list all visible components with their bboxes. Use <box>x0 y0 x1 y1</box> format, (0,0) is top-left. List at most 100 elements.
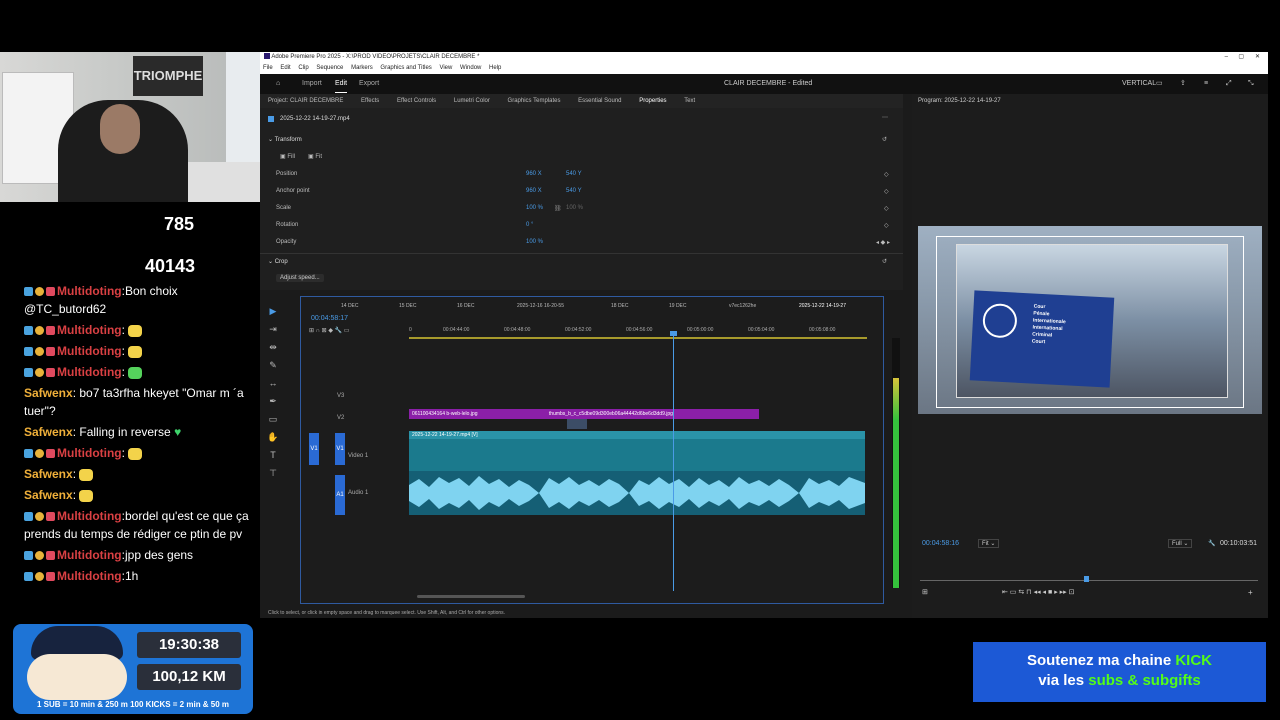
menu-help[interactable]: Help <box>489 65 501 71</box>
reset-icon[interactable]: ↺ <box>882 258 887 265</box>
tab-text[interactable]: Text <box>684 98 695 104</box>
track-v3[interactable]: V3 <box>337 393 344 399</box>
sequence-tab[interactable]: 2025-12-16 16-20-55 <box>517 303 564 309</box>
rectangle-icon[interactable]: ▭ <box>267 414 279 424</box>
resolution-select[interactable]: Full ⌄ <box>1168 539 1193 548</box>
tab-export[interactable]: Export <box>359 74 379 94</box>
workspace-mode[interactable]: VERTICAL <box>1122 74 1156 94</box>
playhead-handle[interactable] <box>670 331 677 336</box>
clip-v1[interactable]: 2025-12-22 14-19-27.mp4 [V] <box>409 431 865 475</box>
tab-graphics-templates[interactable]: Graphics Templates <box>508 98 561 104</box>
slip-icon[interactable]: ↔ <box>267 378 279 388</box>
zoom-fit-select[interactable]: Fit ⌄ <box>978 539 1000 548</box>
program-timecode[interactable]: 00:04:58:16 <box>922 540 959 547</box>
mark-icon[interactable]: ⊞ <box>922 588 928 596</box>
tab-lumetri[interactable]: Lumetri Color <box>454 98 490 104</box>
sequence-tab-active[interactable]: 2025-12-22 14-19-27 <box>799 303 846 309</box>
position-x[interactable]: 960 X <box>526 171 542 177</box>
minimize-icon[interactable]: – <box>1225 52 1228 62</box>
program-scrubber[interactable] <box>920 580 1258 581</box>
menu-sequence[interactable]: Sequence <box>316 65 343 71</box>
timer-display: 19:30:38 <box>137 632 241 658</box>
fullscreen-icon[interactable]: ⤡ <box>1248 74 1254 94</box>
keyframe-icon[interactable]: ◇ <box>884 222 889 229</box>
anchor-y[interactable]: 540 Y <box>566 188 582 194</box>
rotation-value[interactable]: 0 ° <box>526 222 533 228</box>
fit-option[interactable]: ▣ Fit <box>308 153 322 160</box>
type-icon[interactable]: T <box>267 450 279 460</box>
work-area-bar[interactable] <box>409 337 867 339</box>
sequence-tab[interactable]: 18 DEC <box>611 303 629 309</box>
menu-clip[interactable]: Clip <box>298 65 308 71</box>
fill-option[interactable]: ▣ Fill <box>280 153 295 160</box>
program-playhead[interactable] <box>1084 576 1089 582</box>
tab-import[interactable]: Import <box>302 74 322 94</box>
tab-project[interactable]: Project: CLAIR DECEMBRE <box>268 98 343 104</box>
menu-edit[interactable]: Edit <box>280 65 290 71</box>
keyframe-icon[interactable]: ◇ <box>884 205 889 212</box>
selection-tool-icon[interactable]: ▶ <box>267 306 279 316</box>
track-select-icon[interactable]: ⇥ <box>267 324 279 334</box>
more-icon[interactable]: ⋯ <box>882 114 888 121</box>
adjust-speed-button[interactable]: Adjust speed... <box>276 274 324 282</box>
sequence-tab[interactable]: 14 DEC <box>341 303 359 309</box>
expand-icon[interactable]: ⤢ <box>1226 74 1232 94</box>
track-a1[interactable]: A1 <box>335 475 345 515</box>
pen-icon[interactable]: ✒ <box>267 396 279 406</box>
scale-height[interactable]: 100 % <box>566 205 583 211</box>
position-y[interactable]: 540 Y <box>566 171 582 177</box>
clip-v2[interactable]: 061100434164 b-web-lelo.jpg thumbs_b_c_c… <box>409 409 759 419</box>
menu-file[interactable]: File <box>263 65 273 71</box>
menu-graphics[interactable]: Graphics and Titles <box>380 65 431 71</box>
anchor-x[interactable]: 960 X <box>526 188 542 194</box>
scale-value[interactable]: 100 % <box>526 205 543 211</box>
sequence-tab[interactable]: 19 DEC <box>669 303 687 309</box>
reset-icon[interactable]: ↺ <box>882 136 887 143</box>
sequence-tab[interactable]: 15 DEC <box>399 303 417 309</box>
tab-effect-controls[interactable]: Effect Controls <box>397 98 436 104</box>
add-button-icon[interactable]: + <box>1248 588 1253 597</box>
badges <box>24 282 57 300</box>
transport-controls[interactable]: ⇤ ▭ ⇆ ⊓ ◂◂ ◂ ■ ▸ ▸▸ ⊡ <box>1002 588 1075 596</box>
track-v2[interactable]: V2 <box>337 415 344 421</box>
menu-view[interactable]: View <box>439 65 452 71</box>
kick-banner: Soutenez ma chaine KICK via les subs & s… <box>973 642 1266 702</box>
tab-effects[interactable]: Effects <box>361 98 379 104</box>
menu-window[interactable]: Window <box>460 65 481 71</box>
link-icon[interactable]: ⛓ <box>554 205 562 212</box>
settings-icon[interactable]: 🔧 <box>1208 540 1215 547</box>
share-icon[interactable]: ⇪ <box>1180 74 1186 94</box>
timeline-timecode[interactable]: 00:04:58:17 <box>311 315 348 322</box>
razor-icon[interactable]: ✎ <box>267 360 279 370</box>
timeline-scrollbar[interactable] <box>417 595 525 598</box>
crop-section[interactable]: ⌄ Crop <box>268 258 288 265</box>
menu-markers[interactable]: Markers <box>351 65 373 71</box>
caption-icon[interactable]: ⊤ <box>267 468 279 478</box>
transform-section[interactable]: ⌄ Transform <box>268 136 302 143</box>
opacity-value[interactable]: 100 % <box>526 239 543 245</box>
track-v1[interactable]: V1 <box>335 433 345 465</box>
source-v1[interactable]: V1 <box>309 433 319 465</box>
timeline-controls[interactable]: ⊞ ∩ ⊠ ◆ 🔧 ▭ <box>309 327 349 334</box>
home-icon[interactable]: ⌂ <box>276 74 280 94</box>
chat-username: Multidoting <box>57 365 122 379</box>
sequence-tab[interactable]: v7ec1262he <box>729 303 756 309</box>
panel-icon[interactable]: ▭ <box>1156 74 1163 94</box>
maximize-icon[interactable]: ▢ <box>1238 52 1244 62</box>
keyframe-icon[interactable]: ◇ <box>884 188 889 195</box>
hand-icon[interactable]: ✋ <box>267 432 279 442</box>
window-title: Adobe Premiere Pro 2025 - X:\PROD VIDEO\… <box>271 54 480 60</box>
properties-panel: 2025-12-22 14-19-27.mp4 ⋯ ⌄ Transform ↺ … <box>260 108 903 290</box>
keyframe-nav-icon[interactable]: ◂ ◆ ▸ <box>876 239 890 246</box>
playhead[interactable] <box>673 333 674 591</box>
tab-essential-sound[interactable]: Essential Sound <box>578 98 621 104</box>
tab-properties[interactable]: Properties <box>639 98 666 104</box>
keyframe-icon[interactable]: ◇ <box>884 171 889 178</box>
sequence-tab[interactable]: 16 DEC <box>457 303 475 309</box>
tab-edit[interactable]: Edit <box>335 76 348 93</box>
transform-box[interactable] <box>936 236 1244 408</box>
clip-a1[interactable] <box>409 471 865 515</box>
ripple-edit-icon[interactable]: ⇹ <box>267 342 279 352</box>
menu-icon[interactable]: ≡ <box>1204 74 1208 94</box>
close-icon[interactable]: ✕ <box>1255 52 1260 62</box>
